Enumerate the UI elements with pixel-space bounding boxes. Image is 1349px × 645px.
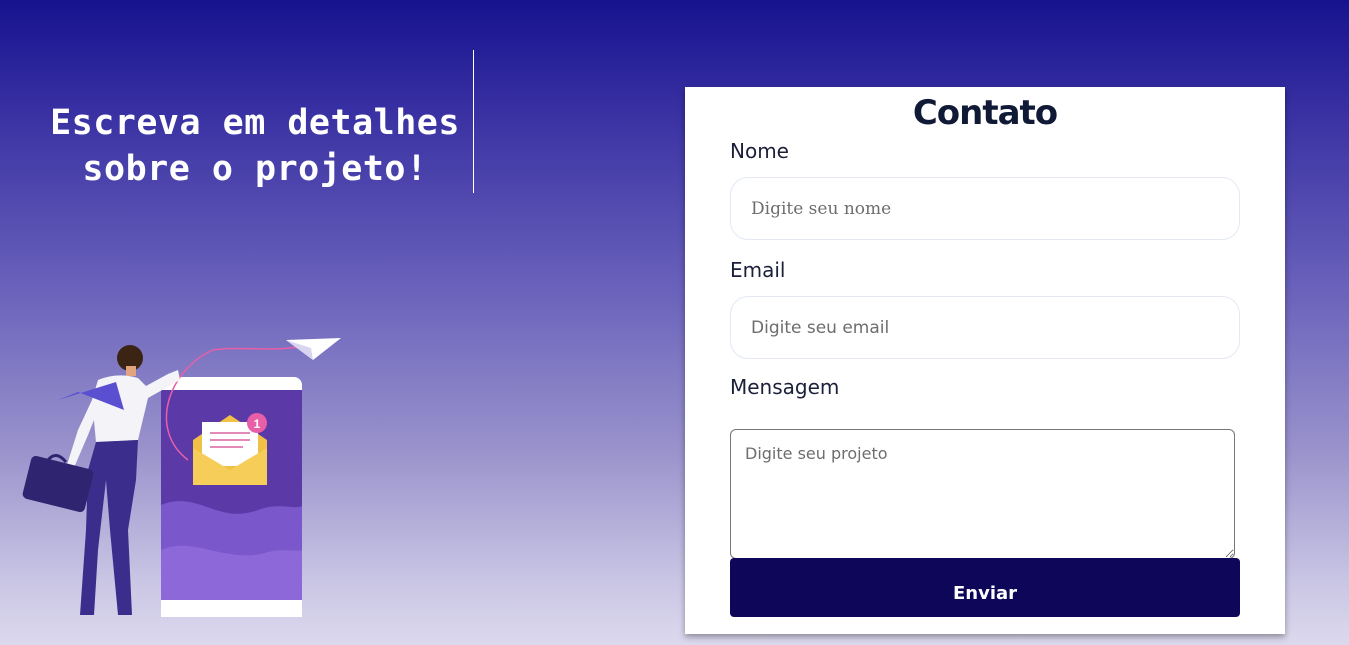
name-input[interactable]	[730, 177, 1240, 240]
contact-illustration: 1	[22, 338, 341, 617]
hero-headline: Escreva em detalhes sobre o projeto!	[40, 100, 470, 192]
message-label: Mensagem	[730, 375, 840, 399]
contact-form-card: Contato Nome Email Mensagem Enviar	[685, 87, 1285, 634]
email-input[interactable]	[730, 296, 1240, 359]
message-textarea[interactable]	[730, 429, 1235, 559]
form-title: Contato	[912, 93, 1058, 133]
send-button[interactable]: Enviar	[730, 558, 1240, 617]
hero-headline-line2: sobre o projeto!	[82, 149, 428, 189]
notification-count: 1	[254, 417, 261, 431]
businessman-icon	[22, 345, 180, 615]
vertical-divider	[473, 50, 474, 193]
phone-icon	[161, 377, 302, 617]
hero-headline-line1: Escreva em detalhes	[50, 103, 460, 143]
name-label: Nome	[730, 139, 789, 163]
notification-badge-icon: 1	[247, 413, 267, 433]
paper-plane-icon	[286, 338, 341, 360]
email-label: Email	[730, 258, 786, 282]
